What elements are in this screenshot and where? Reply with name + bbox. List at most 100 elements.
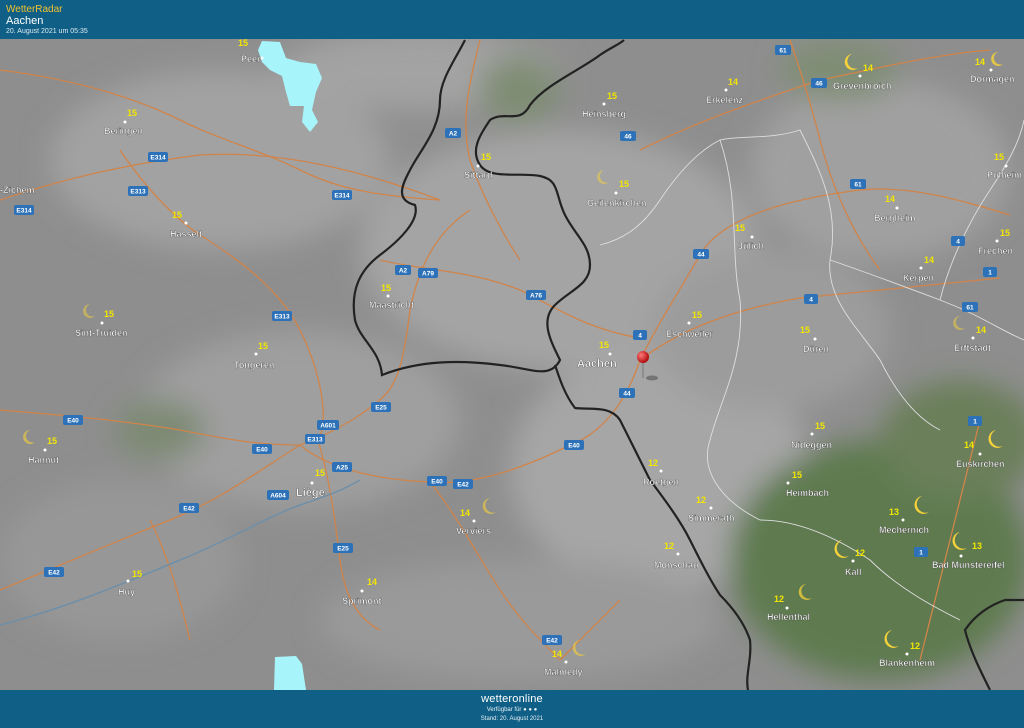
svg-text:14: 14 (552, 649, 562, 659)
road-badge: 61 (850, 179, 866, 189)
road-badge: 46 (811, 78, 827, 88)
svg-text:E40: E40 (431, 479, 443, 486)
svg-text:Hasselt: Hasselt (170, 229, 202, 239)
svg-text:E313: E313 (130, 189, 146, 196)
svg-text:Hannut: Hannut (28, 455, 59, 465)
footer-stand: Stand: 20. August 2021 (480, 716, 544, 722)
svg-text:15: 15 (792, 470, 802, 480)
svg-text:Nideggen: Nideggen (791, 440, 832, 450)
svg-text:Kall: Kall (845, 567, 862, 577)
svg-text:Jülich: Jülich (738, 241, 764, 251)
svg-text:Verviers: Verviers (456, 526, 491, 536)
road-badge: E314 (14, 205, 34, 215)
svg-text:A601: A601 (320, 423, 336, 430)
svg-text:E25: E25 (375, 405, 387, 412)
svg-text:Grevenbroich: Grevenbroich (833, 81, 892, 91)
svg-text:E42: E42 (546, 638, 558, 645)
svg-text:A2: A2 (399, 268, 408, 275)
svg-text:Roetgen: Roetgen (643, 477, 679, 487)
svg-text:15: 15 (994, 152, 1004, 162)
svg-text:14: 14 (964, 440, 974, 450)
svg-text:A604: A604 (270, 493, 286, 500)
svg-text:Malmedy: Malmedy (544, 667, 583, 677)
svg-text:14: 14 (728, 77, 738, 87)
svg-text:15: 15 (735, 223, 745, 233)
road-badge: A76 (526, 290, 546, 300)
svg-text:15: 15 (481, 152, 491, 162)
road-badge: E25 (371, 402, 391, 412)
svg-text:Bad Munstereifel: Bad Munstereifel (932, 560, 1005, 570)
map-canvas[interactable]: E314 E314 E314 E313 E313 E313 A2 A2 A79 … (0, 39, 1024, 690)
svg-text:61: 61 (854, 182, 862, 189)
svg-text:Erkelenz: Erkelenz (706, 95, 744, 105)
svg-text:44: 44 (697, 252, 705, 259)
road-badge: E314 (332, 190, 352, 200)
svg-text:14: 14 (460, 508, 470, 518)
svg-text:Kerpen: Kerpen (903, 273, 934, 283)
svg-text:14: 14 (885, 194, 895, 204)
svg-text:12: 12 (696, 495, 706, 505)
svg-text:Liège: Liège (296, 487, 325, 499)
svg-text:14: 14 (976, 325, 986, 335)
svg-text:Eschweiler: Eschweiler (666, 329, 714, 339)
svg-text:44: 44 (623, 391, 631, 398)
svg-text:4: 4 (956, 239, 960, 246)
road-badge: 46 (620, 131, 636, 141)
footer-brand[interactable]: wetteronline (0, 693, 1024, 705)
road-badge: A2 (395, 265, 411, 275)
svg-text:Heimbach: Heimbach (786, 488, 829, 498)
road-badge: 4 (804, 294, 818, 304)
svg-text:15: 15 (258, 341, 268, 351)
road-badge: 4 (633, 330, 647, 340)
svg-text:Pulheim: Pulheim (987, 170, 1022, 180)
svg-text:Beringen: Beringen (104, 126, 143, 136)
app-title: WetterRadar (6, 4, 63, 15)
svg-text:A2: A2 (449, 131, 458, 138)
svg-text:Simmerath: Simmerath (688, 513, 735, 523)
road-badge: 1 (914, 547, 928, 557)
svg-text:Heinsberg: Heinsberg (582, 109, 626, 119)
road-badge: E42 (44, 567, 64, 577)
svg-text:Sprimont: Sprimont (342, 596, 382, 606)
svg-text:15: 15 (599, 340, 609, 350)
road-badge: E42 (453, 479, 473, 489)
road-badge: E40 (63, 415, 83, 425)
road-badge: 44 (693, 249, 709, 259)
svg-text:4: 4 (638, 333, 642, 340)
svg-text:46: 46 (624, 134, 632, 141)
location-name: Aachen (6, 15, 44, 27)
svg-text:E42: E42 (183, 506, 195, 513)
svg-text:Sint-Truiden: Sint-Truiden (75, 328, 128, 338)
cloud-layer (0, 39, 1024, 690)
svg-text:Hellenthal: Hellenthal (767, 612, 810, 622)
road-badge: 61 (962, 302, 978, 312)
svg-text:46: 46 (815, 81, 823, 88)
svg-text:61: 61 (966, 305, 974, 312)
road-badge: 1 (968, 416, 982, 426)
road-badge: E40 (252, 444, 272, 454)
svg-text:Düren: Düren (803, 344, 829, 354)
svg-text:Mechernich: Mechernich (879, 525, 929, 535)
svg-text:12: 12 (648, 458, 658, 468)
svg-text:15: 15 (132, 569, 142, 579)
svg-text:15: 15 (1000, 228, 1010, 238)
road-badge: E42 (179, 503, 199, 513)
radar-timestamp: 20. August 2021 um 05:35 (6, 28, 88, 35)
svg-text:E42: E42 (457, 482, 469, 489)
svg-text:Sittard: Sittard (464, 170, 493, 180)
svg-text:E42: E42 (48, 570, 60, 577)
svg-text:13: 13 (889, 507, 899, 517)
svg-text:15: 15 (315, 468, 325, 478)
svg-text:14: 14 (863, 63, 873, 73)
svg-text:A25: A25 (336, 465, 348, 472)
svg-text:1: 1 (988, 270, 992, 277)
radar-map[interactable]: E314 E314 E314 E313 E313 E313 A2 A2 A79 … (0, 39, 1024, 690)
road-badge: A2 (445, 128, 461, 138)
svg-text:61: 61 (779, 48, 787, 55)
road-badge: 61 (775, 45, 791, 55)
road-badge: A604 (267, 490, 289, 500)
svg-text:-Zichem: -Zichem (0, 185, 35, 195)
road-badge: A25 (332, 462, 352, 472)
footer-availability: Verfügbar für ● ● ● (486, 707, 538, 713)
svg-text:Maastricht: Maastricht (369, 300, 414, 310)
